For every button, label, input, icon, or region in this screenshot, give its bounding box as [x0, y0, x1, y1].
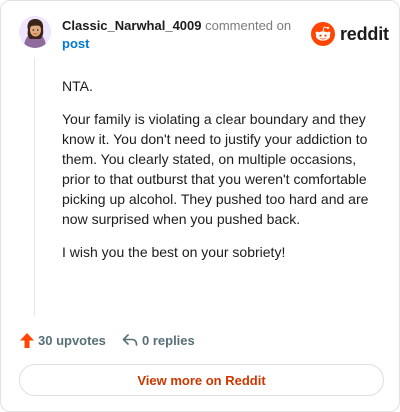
comment-meta: Classic_Narwhal_4009 commented on post [62, 17, 302, 53]
view-more-button[interactable]: View more on Reddit [19, 364, 384, 396]
reply-arrow-icon [122, 334, 138, 346]
comment-body: NTA. Your family is violating a clear bo… [62, 76, 372, 275]
action-text: commented on [205, 18, 292, 33]
reddit-wordmark: reddit [340, 23, 389, 44]
avatar-illustration-icon [19, 16, 51, 48]
arrow-up-icon [20, 332, 34, 348]
upvote-button[interactable]: 30 upvotes [19, 331, 106, 349]
reply-count: 0 replies [142, 332, 195, 348]
avatar[interactable] [19, 16, 51, 48]
comment-paragraph: I wish you the best on your sobriety! [62, 244, 286, 260]
comment-card: Classic_Narwhal_4009 commented on post r… [0, 0, 400, 412]
reddit-logo[interactable]: reddit [311, 22, 389, 46]
comment-paragraph: Your family is violating a clear boundar… [62, 111, 369, 227]
post-link[interactable]: post [62, 35, 302, 53]
username[interactable]: Classic_Narwhal_4009 [62, 18, 201, 33]
comment-paragraph: NTA. [62, 78, 93, 94]
replies-button[interactable]: 0 replies [122, 331, 195, 349]
thread-line[interactable] [34, 58, 35, 316]
upvote-count: 30 upvotes [38, 332, 106, 348]
reddit-snoo-icon [311, 22, 335, 46]
